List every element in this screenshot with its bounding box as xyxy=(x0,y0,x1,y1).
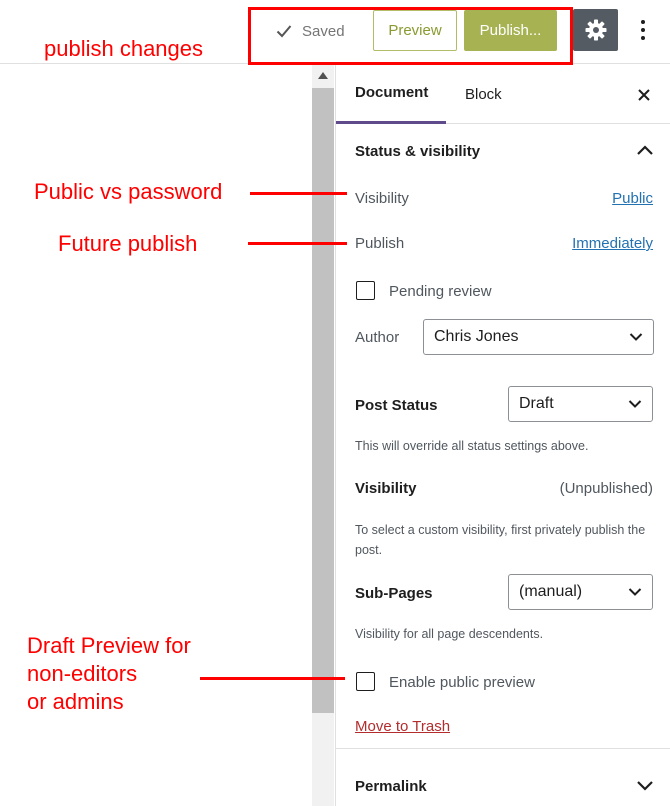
gear-icon xyxy=(585,19,606,41)
author-label: Author xyxy=(355,329,400,346)
more-options-button[interactable] xyxy=(630,14,656,46)
post-status-label: Post Status xyxy=(355,397,438,414)
annotation-draft-preview-line2: non-editors xyxy=(27,661,138,686)
settings-button[interactable] xyxy=(573,9,618,51)
subpages-help: Visibility for all page descendents. xyxy=(355,627,544,641)
annotation-arrow-public-preview xyxy=(200,677,345,680)
permalink-title: Permalink xyxy=(355,778,427,795)
visibility-label: Visibility xyxy=(355,190,409,207)
pending-review-label: Pending review xyxy=(389,283,492,300)
tab-block[interactable]: Block xyxy=(446,64,526,124)
pending-review-checkbox[interactable] xyxy=(356,281,375,300)
chevron-down-icon xyxy=(637,781,653,791)
visibility-status-label: Visibility xyxy=(355,480,417,497)
annotation-highlight-box xyxy=(248,7,573,65)
more-vertical-icon xyxy=(641,20,645,24)
visibility-status-value: (Unpublished) xyxy=(559,480,653,497)
subpages-select[interactable]: (manual) xyxy=(508,574,653,610)
annotation-arrow-visibility xyxy=(250,192,347,195)
subpages-select-value: (manual) xyxy=(519,583,583,600)
close-icon xyxy=(638,89,650,101)
chevron-down-icon xyxy=(629,333,643,341)
author-select[interactable]: Chris Jones xyxy=(423,319,654,355)
panel-title: Status & visibility xyxy=(355,143,481,160)
chevron-up-icon[interactable] xyxy=(636,144,654,156)
visibility-link[interactable]: Public xyxy=(612,190,653,207)
annotation-publish-changes: publish changes xyxy=(44,36,204,61)
close-sidebar-button[interactable] xyxy=(632,83,656,107)
post-status-help: This will override all status settings a… xyxy=(355,439,589,453)
tab-document[interactable]: Document xyxy=(336,64,446,124)
annotation-public-vs-password: Public vs password xyxy=(34,179,223,204)
subpages-label: Sub-Pages xyxy=(355,585,433,602)
post-status-select[interactable]: Draft xyxy=(508,386,653,422)
post-status-select-value: Draft xyxy=(519,395,554,412)
chevron-down-icon xyxy=(628,588,642,596)
annotation-future-publish: Future publish xyxy=(58,231,198,256)
sidebar-tabs: Document Block xyxy=(336,64,670,124)
visibility-help: To select a custom visibility, first pri… xyxy=(355,523,646,557)
author-select-value: Chris Jones xyxy=(434,328,519,345)
more-vertical-icon-dot xyxy=(641,36,645,40)
permalink-panel-toggle[interactable]: Permalink xyxy=(336,748,670,806)
settings-sidebar: Document Block Status & visibility Visib… xyxy=(335,64,670,806)
annotation-draft-preview-line3: or admins xyxy=(27,689,124,714)
publish-date-link[interactable]: Immediately xyxy=(572,235,653,252)
annotation-draft-preview-line1: Draft Preview for xyxy=(27,633,191,658)
chevron-down-icon xyxy=(628,400,642,408)
scroll-up-arrow[interactable] xyxy=(312,66,334,84)
public-preview-label: Enable public preview xyxy=(389,674,535,691)
more-vertical-icon-dot xyxy=(641,28,645,32)
scrollbar-thumb[interactable] xyxy=(312,88,334,713)
annotation-arrow-publish xyxy=(248,242,347,245)
publish-label: Publish xyxy=(355,235,405,252)
public-preview-checkbox[interactable] xyxy=(356,672,375,691)
move-to-trash-link[interactable]: Move to Trash xyxy=(355,718,450,735)
